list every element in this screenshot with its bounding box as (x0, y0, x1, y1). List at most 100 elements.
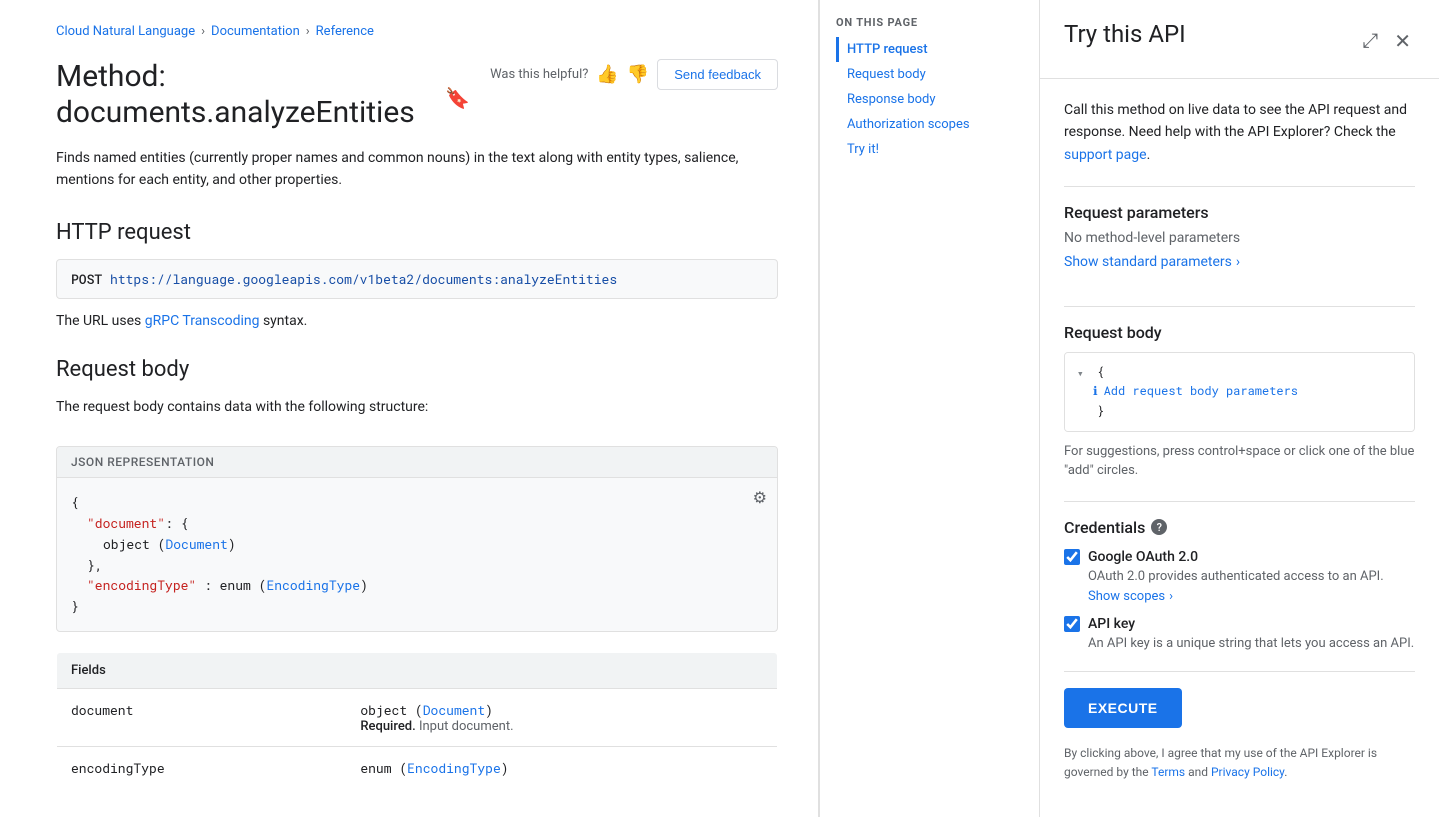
breadcrumb-sep-2: › (306, 24, 310, 39)
privacy-policy-link[interactable]: Privacy Policy (1211, 765, 1284, 779)
divider-3 (1064, 501, 1415, 502)
breadcrumb-link-cloud[interactable]: Cloud Natural Language (56, 24, 195, 39)
show-params-chevron: › (1236, 254, 1240, 270)
show-scopes-link[interactable]: Show scopes › (1088, 589, 1173, 604)
sidebar-item-try-it[interactable]: Try it! (836, 137, 1023, 162)
request-body-section: Request body ▾ { ℹ Add request body para… (1064, 323, 1415, 481)
request-body-heading: Request body (56, 357, 778, 382)
google-oauth-row: Google OAuth 2.0 (1064, 549, 1415, 565)
json-close-brace: } (71, 596, 763, 617)
try-api-title: Try this API (1064, 20, 1186, 48)
field-desc-document: Required. Input document. (360, 719, 763, 734)
google-oauth-desc: OAuth 2.0 provides authenticated access … (1088, 569, 1415, 584)
json-open-brace: { (71, 492, 763, 513)
http-method: POST (71, 270, 102, 288)
credentials-title: Credentials ? (1064, 518, 1415, 537)
divider-1 (1064, 186, 1415, 187)
page-header: Method: documents.analyzeEntities 🔖 Was … (56, 59, 778, 131)
table-header-row: Fields (57, 652, 778, 688)
google-oauth-checkbox[interactable] (1064, 549, 1080, 565)
breadcrumb: Cloud Natural Language › Documentation ›… (56, 24, 778, 39)
sidebar-item-http[interactable]: HTTP request (836, 37, 1023, 62)
page-title: Method: documents.analyzeEntities (56, 59, 433, 131)
json-close-inner: }, (71, 555, 763, 576)
execute-button[interactable]: EXECUTE (1064, 688, 1182, 728)
thumbs-down-icon[interactable]: 👎 (627, 64, 649, 85)
field-detail-encoding: enum (EncodingType) (346, 746, 777, 789)
main-content: Cloud Natural Language › Documentation ›… (0, 0, 819, 817)
close-icon: ✕ (1394, 31, 1411, 53)
http-url: https://language.googleapis.com/v1beta2/… (110, 270, 617, 288)
url-note-suffix: syntax. (259, 313, 307, 329)
add-request-body-link[interactable]: Add request body parameters (1104, 382, 1298, 401)
helpful-label: Was this helpful? (490, 67, 588, 82)
document-type-link[interactable]: Document (165, 535, 227, 553)
try-api-body: Call this method on live data to see the… (1040, 79, 1439, 817)
try-api-desc-prefix: Call this method on live data to see the… (1064, 102, 1407, 140)
api-key-desc: An API key is a unique string that lets … (1088, 636, 1415, 651)
credentials-section: Credentials ? Google OAuth 2.0 OAuth 2.0… (1064, 518, 1415, 651)
code-line-1: ▾ { (1077, 363, 1402, 382)
try-api-panel: Try this API ⤢ ✕ Call this method on liv… (1039, 0, 1439, 817)
divider-4 (1064, 671, 1415, 672)
terms-link[interactable]: Terms (1151, 765, 1185, 779)
breadcrumb-link-ref[interactable]: Reference (316, 24, 374, 39)
no-params-label: No method-level parameters (1064, 230, 1415, 246)
on-this-page-sidebar: On this page HTTP request Request body R… (819, 0, 1039, 817)
gutter-empty (1077, 402, 1097, 403)
help-icon[interactable]: ? (1151, 519, 1167, 535)
sidebar-item-request-body[interactable]: Request body (836, 62, 1023, 87)
sidebar-item-response-body[interactable]: Response body (836, 87, 1023, 112)
info-circle-icon[interactable]: ℹ (1093, 382, 1098, 401)
expand-button[interactable]: ⤢ (1358, 26, 1382, 57)
execute-note-and: and (1185, 765, 1211, 779)
close-button[interactable]: ✕ (1390, 25, 1415, 58)
fields-col-header: Fields (57, 652, 347, 688)
send-feedback-button[interactable]: Send feedback (657, 59, 778, 90)
support-page-link[interactable]: support page (1064, 147, 1147, 163)
document-field-link[interactable]: Document (423, 701, 485, 719)
request-body-desc: The request body contains data with the … (56, 396, 778, 418)
thumbs-up-icon[interactable]: 👍 (596, 64, 618, 85)
helpful-row: Was this helpful? 👍 👎 Send feedback (490, 59, 778, 90)
code-close-brace: } (1097, 402, 1402, 421)
fields-col-desc (346, 652, 777, 688)
execute-note: By clicking above, I agree that my use o… (1064, 744, 1415, 782)
breadcrumb-link-docs[interactable]: Documentation (211, 24, 300, 39)
code-line-3: } (1077, 402, 1402, 421)
http-request-heading: HTTP request (56, 220, 778, 245)
gutter-collapse[interactable]: ▾ (1077, 363, 1097, 382)
json-encoding-line: "encodingType" : enum (EncodingType) (71, 575, 763, 596)
api-key-checkbox[interactable] (1064, 616, 1080, 632)
try-api-header-actions: ⤢ ✕ (1358, 25, 1415, 58)
grpc-transcoding-link[interactable]: gRPC Transcoding (145, 313, 260, 329)
field-type-document: object (Document) (360, 701, 763, 719)
field-type-encoding: enum (EncodingType) (360, 759, 763, 777)
json-document-line: "document": { (71, 513, 763, 534)
show-scopes-text: Show scopes (1088, 589, 1165, 604)
api-key-label: API key (1088, 616, 1135, 632)
request-body-title: Request body (1064, 323, 1415, 342)
bookmark-icon[interactable]: 🔖 (445, 86, 470, 110)
encoding-field-link[interactable]: EncodingType (407, 759, 501, 777)
table-row: encodingType enum (EncodingType) (57, 746, 778, 789)
breadcrumb-sep-1: › (201, 24, 205, 39)
google-oauth-label: Google OAuth 2.0 (1088, 549, 1198, 565)
api-key-item: API key An API key is a unique string th… (1064, 616, 1415, 651)
api-key-row: API key (1064, 616, 1415, 632)
gear-button[interactable]: ⚙ (753, 488, 767, 508)
show-standard-params-link[interactable]: Show standard parameters › (1064, 254, 1240, 270)
code-editor[interactable]: ▾ { ℹ Add request body parameters } (1064, 352, 1415, 432)
page-description: Finds named entities (currently proper n… (56, 147, 778, 192)
encoding-type-link[interactable]: EncodingType (266, 576, 360, 594)
url-note-prefix: The URL uses (56, 313, 145, 329)
app-layout: Cloud Natural Language › Documentation ›… (0, 0, 1439, 817)
sidebar-item-auth-scopes[interactable]: Authorization scopes (836, 112, 1023, 137)
show-params-text: Show standard parameters (1064, 254, 1232, 270)
show-scopes-chevron: › (1169, 589, 1173, 604)
json-container: JSON representation ⚙ { "document": { ob… (56, 446, 778, 632)
page-title-row: Method: documents.analyzeEntities 🔖 (56, 59, 470, 131)
json-object-line: object (Document) (71, 534, 763, 555)
field-detail-document: object (Document) Required. Input docume… (346, 688, 777, 746)
expand-icon: ⤢ (1362, 30, 1378, 52)
